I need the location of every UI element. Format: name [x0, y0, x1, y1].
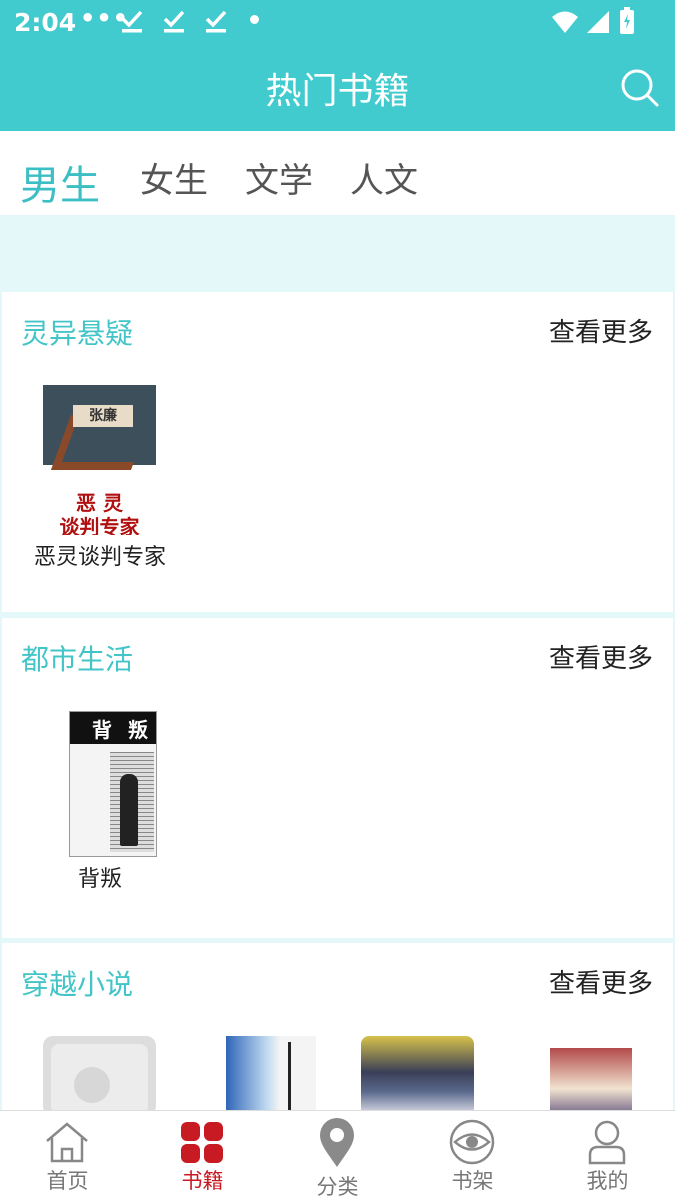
download-done-icon: [205, 10, 227, 33]
book-cover: 背 叛: [69, 711, 157, 857]
nav-label: 书籍: [181, 1169, 224, 1193]
app-header: 2:04 ••• 热门书籍: [0, 0, 675, 131]
nav-label: 书架: [451, 1169, 494, 1193]
person-icon: [588, 1120, 626, 1165]
battery-icon: [620, 7, 634, 34]
eye-icon: [449, 1119, 495, 1165]
cover-title-char1: 背: [92, 718, 112, 742]
book-title: 背叛: [77, 867, 122, 892]
notification-dot: [250, 15, 259, 24]
tab-humanities[interactable]: 人文: [350, 153, 418, 202]
see-more-link[interactable]: 查看更多: [549, 638, 653, 675]
section-urban-life: 都市生活 查看更多 背 叛 背叛: [2, 618, 673, 938]
nav-home[interactable]: 首页: [0, 1111, 135, 1200]
cover-title-char2: 叛: [128, 718, 148, 742]
book-item[interactable]: 张廉 恶 灵 谈判专家 恶灵谈判专家: [30, 385, 170, 571]
bottom-navigation: 首页 书籍 分类 书架 我的: [0, 1110, 675, 1200]
nav-label: 首页: [46, 1169, 89, 1193]
nav-label: 分类: [316, 1175, 359, 1199]
book-cover: 张廉 恶 灵 谈判专家: [43, 385, 156, 535]
book-cover[interactable]: [226, 1036, 316, 1116]
category-tabs: 男生 女生 文学 人文: [0, 131, 675, 215]
status-bar: 2:04 •••: [0, 0, 675, 46]
see-more-link[interactable]: 查看更多: [549, 312, 653, 349]
book-cover[interactable]: [550, 1048, 632, 1116]
tab-female[interactable]: 女生: [140, 153, 208, 202]
tab-literature[interactable]: 文学: [245, 153, 313, 202]
book-title: 恶灵谈判专家: [33, 545, 166, 570]
book-cover[interactable]: [361, 1036, 474, 1116]
status-time: 2:04: [14, 8, 77, 37]
tab-male[interactable]: 男生: [20, 153, 100, 211]
book-item[interactable]: 背 叛 背叛: [30, 711, 170, 893]
book-cover-placeholder[interactable]: [43, 1036, 156, 1116]
search-icon[interactable]: [620, 68, 660, 108]
download-done-icon: [163, 10, 185, 33]
cover-title-line2: 谈判专家: [59, 515, 140, 535]
section-title: 穿越小说: [21, 968, 134, 1001]
nav-profile[interactable]: 我的: [540, 1111, 675, 1200]
home-icon: [46, 1122, 88, 1163]
section-title: 都市生活: [21, 643, 134, 676]
wifi-icon: [552, 11, 578, 33]
cover-author: 张廉: [73, 405, 133, 427]
nav-label: 我的: [586, 1169, 629, 1193]
nav-category[interactable]: 分类: [270, 1111, 405, 1200]
page-title: 热门书籍: [265, 71, 410, 112]
see-more-link[interactable]: 查看更多: [549, 963, 653, 1000]
section-supernatural: 灵异悬疑 查看更多 张廉 恶 灵 谈判专家 恶灵谈判专家: [2, 292, 673, 612]
cell-signal-icon: [587, 11, 609, 33]
location-pin-icon: [320, 1118, 354, 1167]
grid-icon: [181, 1122, 223, 1163]
nav-bookshelf[interactable]: 书架: [405, 1111, 540, 1200]
download-done-icon: [121, 10, 143, 33]
section-title: 灵异悬疑: [21, 317, 134, 350]
nav-books[interactable]: 书籍: [135, 1111, 270, 1200]
